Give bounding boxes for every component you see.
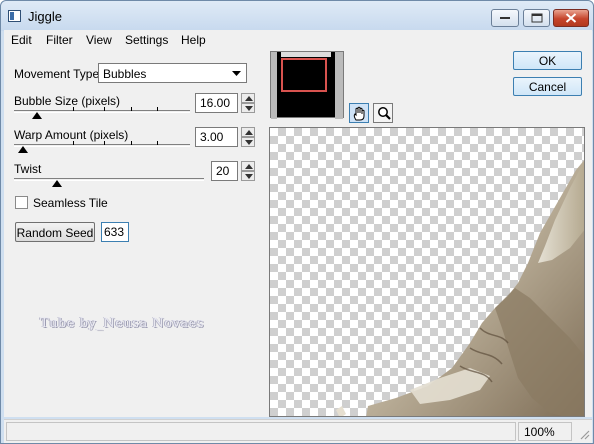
navigator-image-edge [281,52,331,57]
slider-tick [104,141,105,145]
menu-edit[interactable]: Edit [11,33,32,47]
hand-tool-icon [353,106,365,121]
warp-amount-input[interactable]: 3.00 [195,127,238,147]
spin-up-icon[interactable] [241,127,255,137]
bubble-size-label: Bubble Size (pixels) [14,94,121,108]
menu-settings[interactable]: Settings [125,33,168,47]
close-button[interactable] [553,9,589,27]
twist-spinner[interactable] [241,161,255,181]
status-pane-main [6,422,516,441]
resize-grip-icon[interactable] [578,428,590,440]
twist-track[interactable] [14,178,204,181]
window-title: Jiggle [28,9,62,24]
slider-tick [131,141,132,145]
spin-up-icon[interactable] [241,161,255,171]
random-seed-button[interactable]: Random Seed [15,222,95,242]
bubble-size-spinner[interactable] [241,93,255,113]
title-bar[interactable]: Jiggle [1,1,593,31]
movement-type-label: Movement Type: [14,67,103,81]
seamless-tile-label: Seamless Tile [33,196,108,210]
menu-view[interactable]: View [86,33,112,47]
random-seed-input[interactable]: 633 [101,222,129,242]
menu-filter[interactable]: Filter [46,33,73,47]
ok-button[interactable]: OK [513,51,582,70]
slider-tick [73,141,74,145]
menu-help[interactable]: Help [181,33,206,47]
cancel-button[interactable]: Cancel [513,77,582,96]
navigator-viewport-rect[interactable] [281,58,327,92]
menu-bar: Edit Filter View Settings Help [4,30,592,50]
zoom-tool-icon [378,107,391,120]
jiggle-dialog: Jiggle Edit Filter View Settings Help Mo… [0,0,594,444]
zoom-tool-button[interactable] [373,103,393,123]
warp-amount-label: Warp Amount (pixels) [14,128,129,142]
movement-type-select[interactable]: Bubbles [98,63,247,83]
slider-tick [104,107,105,111]
zoom-level: 100% [524,425,555,439]
preview-canvas[interactable] [269,127,585,417]
dialog-body: Movement Type: Bubbles Bubble Size (pixe… [4,50,592,417]
slider-tick [131,107,132,111]
bubble-size-slider-thumb[interactable] [32,112,42,119]
movement-type-value: Bubbles [103,67,147,81]
navigator-thumbnail[interactable] [270,51,344,119]
spin-down-icon[interactable] [241,171,255,181]
app-icon [8,10,21,22]
status-bar: 100% [4,419,592,443]
twist-label: Twist [14,162,42,176]
slider-tick [157,141,158,145]
maximize-icon [531,13,542,23]
warp-amount-spinner[interactable] [241,127,255,147]
navigator-border [335,52,343,119]
twist-slider-thumb[interactable] [52,180,62,187]
preview-image [336,160,584,416]
bubble-size-input[interactable]: 16.00 [195,93,238,113]
minimize-button[interactable] [491,9,519,27]
minimize-icon [500,17,510,19]
warp-amount-track[interactable] [14,144,190,147]
spin-down-icon[interactable] [241,103,255,113]
close-icon [565,13,577,23]
navigator-border [271,52,277,119]
slider-tick [73,107,74,111]
spin-up-icon[interactable] [241,93,255,103]
slider-tick [157,107,158,111]
hand-tool-button[interactable] [349,103,369,123]
chevron-down-icon [232,71,241,76]
warp-amount-slider-thumb[interactable] [18,146,28,153]
seamless-tile-checkbox[interactable] [15,196,28,209]
twist-input[interactable]: 20 [211,161,238,181]
maximize-button[interactable] [523,9,550,27]
spin-down-icon[interactable] [241,137,255,147]
watermark-text: Tube by_Neusa Novaes [40,316,205,331]
